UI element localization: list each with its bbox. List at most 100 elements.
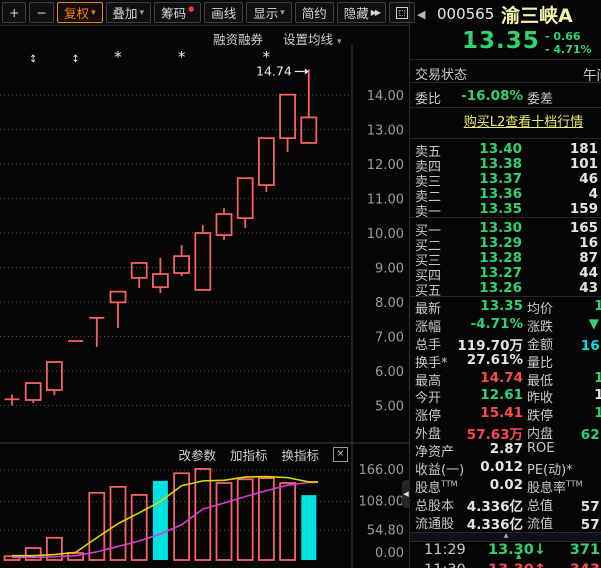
bid-row[interactable]: 买五13.2643 — [410, 280, 601, 295]
stat-value: 278 — [527, 459, 601, 475]
bid-row[interactable]: 买一13.30165 — [410, 220, 601, 235]
last-price: 13.35 — [462, 28, 540, 54]
ask-price[interactable]: 13.37 — [440, 171, 522, 187]
stat-row: 外盘57.63万内盘62.07万 — [410, 423, 601, 441]
bid-level-label: 买五 — [415, 280, 441, 299]
stat-row: 流通股4.336亿流值57.89亿 — [410, 513, 601, 531]
ask-price[interactable]: 13.35 — [440, 201, 522, 217]
bid-price[interactable]: 13.30 — [440, 220, 522, 236]
stat-value: 15.41 — [438, 405, 523, 421]
margin-trading-link[interactable]: 融资融券 — [213, 29, 263, 48]
overlay-button[interactable]: 叠加▾ — [106, 2, 152, 23]
close-indicator-icon[interactable]: × — [333, 447, 348, 462]
change-params-link[interactable]: 改参数 — [178, 445, 216, 464]
indicator-toolbar: 改参数 加指标 换指标 × — [0, 445, 348, 464]
ask-row[interactable]: 卖二13.364 — [410, 186, 601, 201]
add-indicator-link[interactable]: 加指标 — [230, 445, 268, 464]
bid-price[interactable]: 13.28 — [440, 250, 522, 266]
ask-row[interactable]: 卖五13.40181 — [410, 141, 601, 156]
stat-value: 4.336亿 — [438, 513, 523, 533]
stat-row: 涨停15.41跌停12.61 — [410, 405, 601, 423]
stat-row: 涨幅-4.71%涨跌▼ 0.66 — [410, 316, 601, 334]
stat-row: 股息TTM0.02股息率TTM0.15 — [410, 477, 601, 495]
weibi-row: 委比 -16.08% 委差 -136 — [410, 88, 601, 107]
weibi-value: -16.08% — [438, 88, 523, 104]
triangle-up-icon: ▲ — [504, 533, 509, 539]
ask-row[interactable]: 卖一13.35159 — [410, 201, 601, 216]
tick-volume: 371 — [540, 542, 600, 558]
ask-row[interactable]: 卖三13.3746 — [410, 171, 601, 186]
stat-value: 0.012 — [438, 459, 523, 475]
trade-status-row: 交易状态 午间休市 — [410, 64, 601, 83]
tick-time: 11:30 — [424, 562, 466, 568]
bid-volume: 165 — [530, 220, 598, 236]
svg-text:*: * — [178, 48, 186, 66]
stat-value: 12.61 — [527, 370, 601, 386]
ma-settings-link[interactable]: 设置均线 ▾ — [283, 29, 342, 48]
stat-value: 14.74 — [438, 370, 523, 386]
svg-text:9.00: 9.00 — [375, 262, 404, 277]
bid-row[interactable]: 买二13.2916 — [410, 235, 601, 250]
main-toolbar: + − 复权▾ 叠加▾ 筹码● 画线 显示▾ 简约 隐藏▶▶ — [0, 0, 410, 26]
stats-grid: 最新13.35均价13.37涨幅-4.71%涨跌▼ 0.66总手119.70万金… — [410, 298, 601, 531]
stat-value: 14.01 — [527, 387, 601, 403]
svg-text:5.00: 5.00 — [375, 400, 404, 415]
stat-value: -4.71% — [438, 316, 523, 332]
zoom-out-button[interactable]: − — [29, 2, 53, 23]
svg-text:13.00: 13.00 — [367, 124, 404, 139]
stat-value: 12.61 — [438, 387, 523, 403]
bid-price[interactable]: 13.29 — [440, 235, 522, 251]
ask-level-label: 卖一 — [415, 201, 441, 220]
chip-distribution-button[interactable]: 筹码● — [154, 2, 201, 23]
back-arrow-icon[interactable]: ◀ — [417, 8, 425, 21]
trade-status-label: 交易状态 — [415, 64, 467, 83]
svg-text:6.00: 6.00 — [375, 365, 404, 380]
display-button[interactable]: 显示▾ — [246, 2, 292, 23]
kline-chart[interactable]: 14.0013.0012.0011.0010.009.008.007.006.0… — [0, 0, 410, 568]
simple-mode-button[interactable]: 简约 — [295, 2, 334, 23]
ask-price[interactable]: 13.38 — [440, 156, 522, 172]
svg-text:14.00: 14.00 — [367, 89, 404, 104]
svg-text:12.00: 12.00 — [367, 158, 404, 173]
ask-order-book: 卖五13.40181卖四13.38101卖三13.3746卖二13.364卖一1… — [410, 141, 601, 216]
switch-indicator-link[interactable]: 换指标 — [281, 445, 319, 464]
ask-row[interactable]: 卖四13.38101 — [410, 156, 601, 171]
tick-row: 11:3013.30↑343 — [410, 562, 601, 568]
tick-price: 13.30↓ — [480, 542, 546, 558]
draw-line-button[interactable]: 画线 — [204, 2, 243, 23]
stat-row: 净资产2.87ROE0.42 — [410, 441, 601, 459]
stat-row: 总手119.70万金额16.01亿 — [410, 334, 601, 352]
level2-promo-link[interactable]: 购买L2查看十档行情 — [410, 107, 601, 139]
svg-text:11.00: 11.00 — [367, 193, 404, 208]
stat-value: 12.61 — [527, 405, 601, 421]
tick-row: 11:29 13.30↓371 — [410, 542, 601, 562]
svg-text:54.80: 54.80 — [367, 523, 404, 538]
bid-row[interactable]: 买三13.2887 — [410, 250, 601, 265]
ask-price[interactable]: 13.40 — [440, 141, 522, 157]
tick-list[interactable]: 11:2913.30↓37111:3013.30↑343 — [410, 542, 601, 568]
zoom-in-button[interactable]: + — [2, 2, 26, 23]
tick-price: 13.30↑ — [480, 562, 546, 568]
fullscreen-icon — [396, 7, 408, 19]
stat-value: 13.37 — [527, 298, 601, 314]
bid-price[interactable]: 13.26 — [440, 280, 522, 296]
tick-panel-resize-handle[interactable]: ▲ — [410, 532, 601, 542]
hide-button[interactable]: 隐藏▶▶ — [337, 2, 386, 23]
panel-collapse-handle[interactable]: ◀ — [402, 480, 410, 508]
bid-row[interactable]: 买四13.2744 — [410, 265, 601, 280]
stat-value: 2.87 — [438, 441, 523, 457]
stat-row: 换手*27.61%量比 — [410, 352, 601, 370]
bid-price[interactable]: 13.27 — [440, 265, 522, 281]
svg-text:↕: ↕ — [71, 54, 79, 65]
stock-app-window: 14.0013.0012.0011.0010.009.008.007.006.0… — [0, 0, 601, 568]
ask-price[interactable]: 13.36 — [440, 186, 522, 202]
adjust-price-button[interactable]: 复权▾ — [57, 2, 103, 23]
stock-code: 000565 — [437, 5, 494, 23]
tick-time: 11:29 — [424, 542, 466, 558]
stat-row: 收益(一)0.012PE(动)*278 — [410, 459, 601, 477]
stat-row: 总股本4.336亿总值57.89亿 — [410, 495, 601, 513]
bid-order-book: 买一13.30165买二13.2916买三13.2887买四13.2744买五1… — [410, 220, 601, 295]
svg-text:0.00: 0.00 — [375, 546, 404, 561]
fullscreen-button[interactable] — [389, 2, 415, 23]
stat-value: 13.35 — [438, 298, 523, 314]
